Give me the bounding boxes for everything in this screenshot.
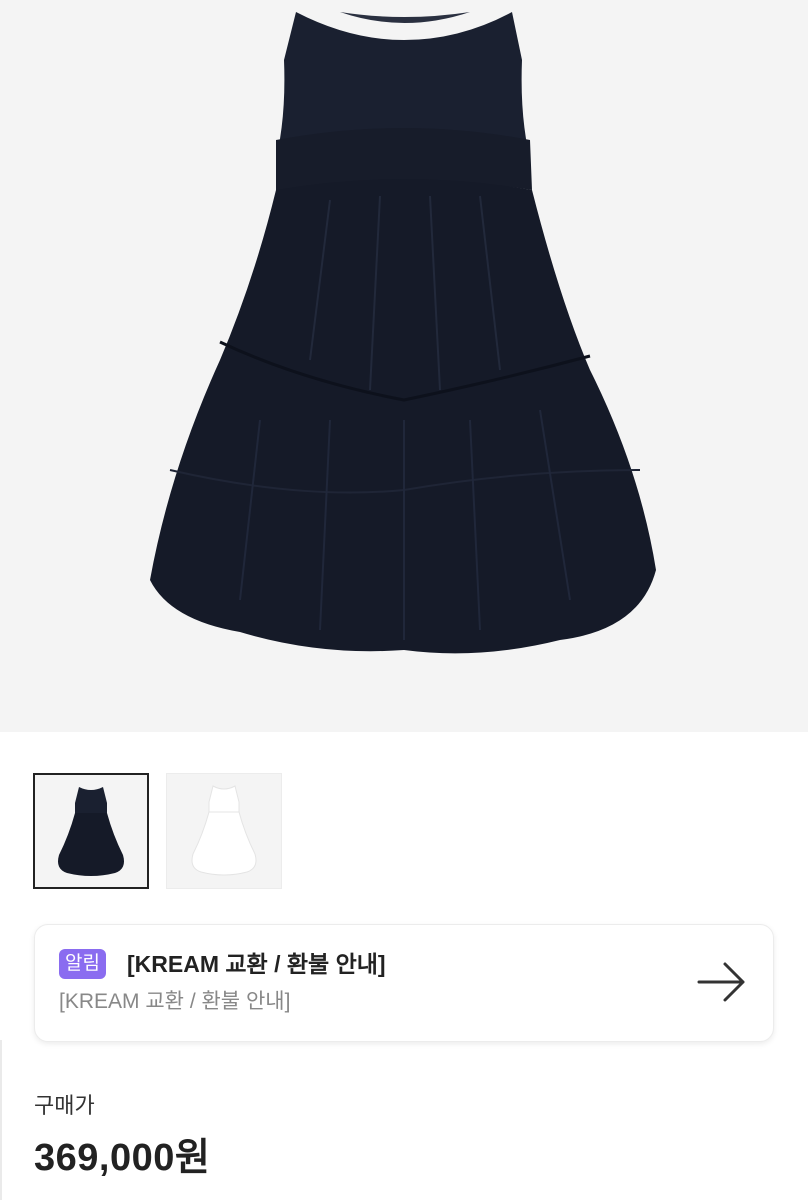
notice-title: [KREAM 교환 / 환불 안내] [127, 951, 386, 977]
purchase-price: 369,000원 [34, 1137, 211, 1179]
divider [0, 1040, 2, 1200]
arrow-right-icon[interactable] [697, 959, 747, 1010]
product-main-image[interactable] [0, 0, 808, 732]
price-label: 구매가 [34, 1093, 95, 1118]
white-dress-thumbnail-image [191, 785, 257, 876]
navy-dress-image [150, 12, 656, 654]
notice-subtitle: [KREAM 교환 / 환불 안내] [59, 990, 291, 1013]
navy-dress-thumbnail[interactable] [33, 773, 149, 889]
navy-dress-thumbnail-image [58, 787, 124, 876]
refund-notice-card[interactable]: 알림 [KREAM 교환 / 환불 안내] [KREAM 교환 / 환불 안내] [34, 924, 774, 1042]
notice-badge: 알림 [59, 949, 106, 979]
white-dress-thumbnail[interactable] [166, 773, 282, 889]
